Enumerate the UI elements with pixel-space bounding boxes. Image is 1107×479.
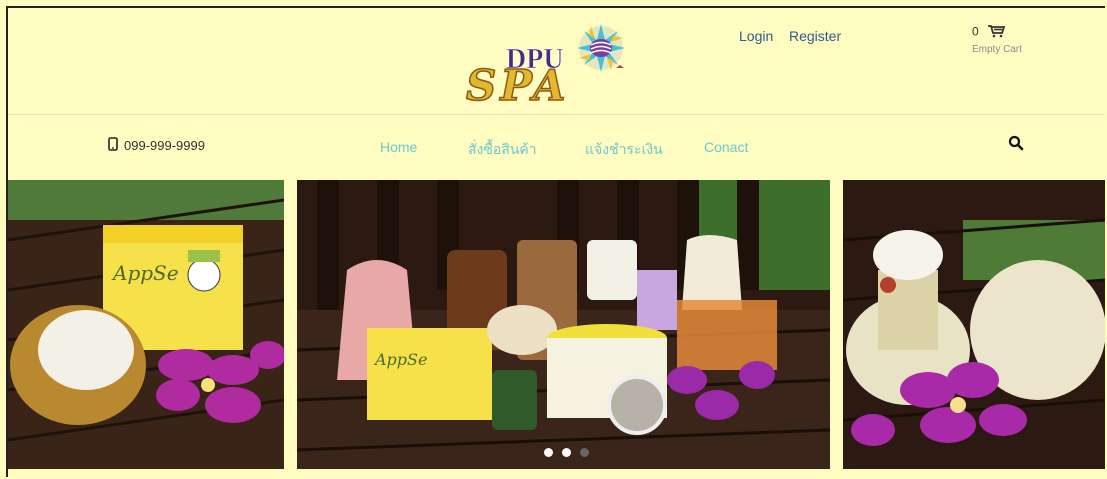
carousel-dot-1[interactable] [544, 448, 553, 457]
nav-bar: 099-999-9999 Home สั่งซื้อสินค้า แจ้งชำร… [8, 115, 1105, 179]
carousel-slide-center[interactable]: AppSe [297, 180, 830, 469]
cart-count: 0 [972, 24, 979, 39]
carousel-dot-2[interactable] [562, 448, 571, 457]
phone-number: 099-999-9999 [124, 138, 205, 153]
login-link[interactable]: Login [739, 28, 773, 44]
cart-empty-label: Empty Cart [972, 44, 1023, 55]
phone-icon [108, 137, 118, 154]
carousel-slide-left[interactable]: AppSe [8, 180, 284, 469]
carousel-dot-3[interactable] [580, 448, 589, 457]
register-link[interactable]: Register [789, 28, 841, 44]
cart-widget[interactable]: 0 Empty Cart [972, 24, 1022, 55]
logo-starburst [577, 24, 625, 72]
cart-icon [987, 24, 1006, 41]
nav-home[interactable]: Home [380, 139, 417, 155]
svg-text:AppSe: AppSe [111, 261, 179, 285]
site-logo[interactable]: DPU SPA [456, 16, 656, 111]
carousel-slide-right[interactable] [843, 180, 1105, 469]
logo-text-bottom: SPA [466, 61, 569, 106]
svg-text:AppSe: AppSe [373, 350, 427, 369]
nav-order-products[interactable]: สั่งซื้อสินค้า [468, 139, 537, 161]
phone-contact[interactable]: 099-999-9999 [108, 137, 205, 154]
nav-contact[interactable]: Conact [704, 139, 748, 155]
search-icon[interactable] [1008, 135, 1024, 156]
nav-payment-notify[interactable]: แจ้งชำระเงิน [585, 139, 663, 161]
